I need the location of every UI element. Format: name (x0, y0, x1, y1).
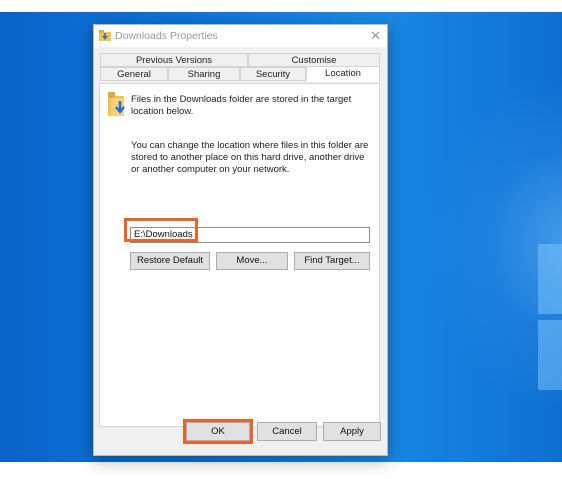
intro-text: Files in the Downloads folder are stored… (131, 94, 352, 117)
downloads-folder-icon (108, 92, 125, 116)
windows-logo-pane-top (538, 244, 562, 314)
tab-security[interactable]: Security (240, 67, 306, 81)
close-icon[interactable]: ✕ (370, 28, 381, 44)
location-panel: Files in the Downloads folder are stored… (99, 83, 380, 427)
tab-location[interactable]: Location (306, 66, 380, 82)
tab-sharing[interactable]: Sharing (168, 67, 240, 81)
properties-dialog: Downloads Properties ✕ Previous Versions… (93, 24, 388, 456)
tab-general[interactable]: General (100, 67, 168, 81)
tab-customise[interactable]: Customise (248, 53, 380, 67)
cancel-button[interactable]: Cancel (257, 422, 317, 441)
title-bar[interactable]: Downloads Properties ✕ (94, 25, 387, 47)
tab-previous-versions[interactable]: Previous Versions (100, 53, 248, 67)
ok-highlight-box (183, 419, 253, 444)
window-title: Downloads Properties (115, 30, 218, 42)
restore-default-button[interactable]: Restore Default (130, 252, 210, 270)
move-button[interactable]: Move... (216, 252, 288, 270)
windows-logo-pane-bottom (538, 320, 562, 390)
bottom-strip (0, 462, 562, 479)
path-highlight-box (124, 218, 198, 242)
apply-button[interactable]: Apply (323, 422, 381, 441)
find-target-button[interactable]: Find Target... (294, 252, 370, 270)
tab-strip: Previous Versions Customise General Shar… (94, 47, 387, 85)
downloads-folder-icon (99, 30, 111, 41)
description-text: You can change the location where files … (131, 140, 369, 175)
